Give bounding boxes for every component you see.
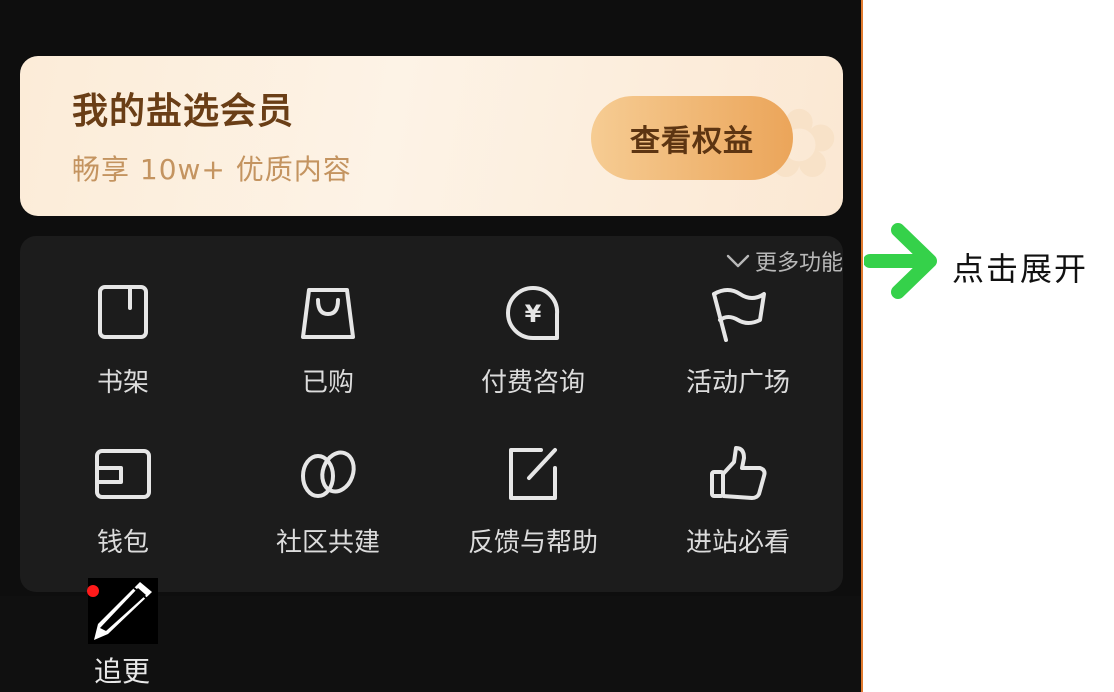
- grid-label: 进站必看: [685, 528, 790, 558]
- grid-label: 反馈与帮助: [467, 528, 598, 558]
- update-label: 追更: [94, 655, 151, 688]
- view-benefits-button[interactable]: 查看权益: [591, 96, 793, 180]
- grid-label: 活动广场: [685, 368, 790, 398]
- function-panel: 更多功能 书架 已购 ¥ 付费咨询 活动广场 钱包 社区共建 反馈与帮助 进站必…: [20, 236, 843, 592]
- annotation-note: 点击展开: [952, 250, 1089, 288]
- grid-label: 书架: [96, 368, 149, 398]
- grid-label: 社区共建: [275, 528, 380, 558]
- bookshelf-icon: [98, 285, 148, 339]
- thumbs-up-icon: [710, 446, 767, 500]
- member-subtitle: 畅享 10w+ 优质内容: [72, 153, 352, 186]
- grid-item-activity[interactable]: 活动广场: [638, 282, 838, 412]
- grid-item-feedback[interactable]: 反馈与帮助: [433, 442, 633, 572]
- screen-edge-divider: [861, 0, 863, 692]
- grid-label: 付费咨询: [480, 368, 585, 398]
- notification-dot: [87, 585, 99, 597]
- member-title: 我的盐选会员: [72, 91, 295, 132]
- chevron-down-icon: [726, 254, 750, 268]
- grid-item-must-read[interactable]: 进站必看: [638, 442, 838, 572]
- community-icon: [301, 450, 356, 498]
- grid-item-wallet[interactable]: 钱包: [23, 442, 223, 572]
- grid-item-bookshelf[interactable]: 书架: [23, 282, 223, 412]
- member-card[interactable]: ✿ 我的盐选会员 畅享 10w+ 优质内容 查看权益: [20, 56, 843, 216]
- phone-screen: ✿ 我的盐选会员 畅享 10w+ 优质内容 查看权益 更多功能 书架 已购 ¥ …: [0, 0, 862, 692]
- flag-icon: [712, 288, 766, 342]
- grid-item-paid-consult[interactable]: ¥ 付费咨询: [433, 282, 633, 412]
- paid-consult-icon: ¥: [506, 285, 560, 340]
- svg-text:¥: ¥: [525, 300, 542, 328]
- grid-item-community[interactable]: 社区共建: [228, 442, 428, 572]
- shopping-bag-icon: [301, 288, 355, 339]
- wallet-icon: [95, 449, 151, 499]
- grid-item-purchased[interactable]: 已购: [228, 282, 428, 412]
- feedback-icon: [509, 448, 557, 500]
- arrow-right-icon: [864, 223, 937, 299]
- more-functions-label: 更多功能: [754, 251, 843, 276]
- grid-label: 钱包: [96, 528, 149, 558]
- more-functions-link[interactable]: 更多功能: [725, 246, 843, 276]
- grid-label: 已购: [301, 368, 354, 398]
